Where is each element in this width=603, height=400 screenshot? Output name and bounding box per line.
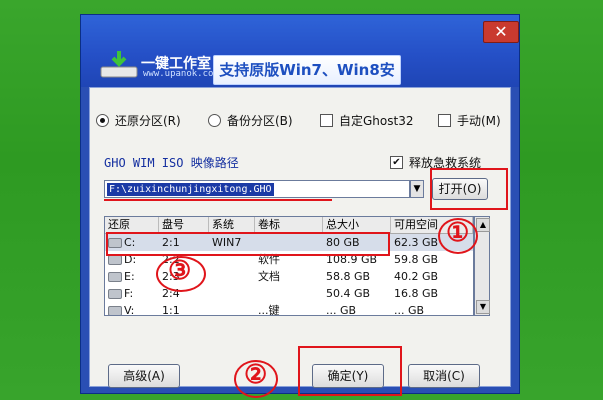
cell-free: ... GB <box>394 304 425 316</box>
checkbox-icon[interactable] <box>320 114 333 127</box>
title-bar: 一键工作室 www.upanok.com 支持原版Win7、Win8安装 ✕ <box>81 15 519 107</box>
image-path-value[interactable]: F:\zuixinchunjingxitong.GHO <box>107 183 274 196</box>
cell-drive: V: <box>124 304 135 316</box>
cell-volume: ...键 <box>258 304 280 316</box>
chevron-down-icon[interactable]: ▼ <box>410 180 424 198</box>
brand-logo-icon <box>100 51 138 78</box>
column-header[interactable]: 盘号 <box>159 217 209 233</box>
scroll-down-icon[interactable]: ▼ <box>476 300 490 314</box>
cell-volume <box>255 285 323 302</box>
column-header[interactable]: 卷标 <box>255 217 323 233</box>
usb-drive-icon <box>108 306 122 315</box>
restore-partition-option[interactable]: 还原分区(R) <box>96 112 181 129</box>
cell-drive: E: <box>124 270 135 283</box>
checkbox-icon[interactable] <box>438 114 451 127</box>
drive-icon <box>108 255 122 265</box>
cell-num: 1:1 <box>162 304 180 316</box>
cell-drive: F: <box>124 287 134 300</box>
table-row[interactable]: V: 1:1 ...键 ... GB ... GB <box>105 302 473 316</box>
column-header[interactable]: 系统 <box>209 217 255 233</box>
custom-ghost32-label: 自定Ghost32 <box>339 114 414 128</box>
annotation-1: ① <box>446 218 470 248</box>
path-underline-annotation <box>104 199 332 201</box>
open-button-highlight <box>430 168 508 210</box>
backup-partition-label: 备份分区(B) <box>227 114 293 128</box>
row-c-highlight <box>106 232 390 256</box>
close-button[interactable]: ✕ <box>483 21 519 43</box>
table-row[interactable]: F: 2:4 50.4 GB 16.8 GB <box>105 285 473 302</box>
backup-partition-option[interactable]: 备份分区(B) <box>208 112 293 129</box>
radio-unselected-icon[interactable] <box>208 114 221 127</box>
image-path-label: GHO WIM ISO 映像路径 <box>104 156 239 170</box>
cell-system <box>209 302 255 315</box>
manual-option[interactable]: 手动(M) <box>438 112 501 129</box>
checkbox-checked-icon[interactable]: ✔ <box>390 156 403 169</box>
cell-total: 50.4 GB <box>326 287 371 300</box>
drive-icon <box>108 289 122 299</box>
manual-label: 手动(M) <box>457 114 501 128</box>
radio-selected-icon[interactable] <box>96 114 109 127</box>
cell-total: ... GB <box>326 304 357 316</box>
brand-url: www.upanok.com <box>143 69 219 79</box>
cell-total: 58.8 GB <box>326 270 371 283</box>
column-header[interactable]: 总大小 <box>323 217 391 233</box>
cell-system <box>209 285 255 302</box>
cancel-button[interactable]: 取消(C) <box>408 364 480 388</box>
custom-ghost32-option[interactable]: 自定Ghost32 <box>320 112 413 129</box>
annotation-3: ③ <box>168 256 192 286</box>
annotation-2: ② <box>244 360 268 390</box>
cell-volume: 文档 <box>258 270 280 283</box>
image-path-combobox[interactable]: F:\zuixinchunjingxitong.GHO <box>104 180 410 198</box>
scroll-up-icon[interactable]: ▲ <box>476 218 490 232</box>
cell-system <box>209 268 255 285</box>
cell-free: 40.2 GB <box>394 270 439 283</box>
drive-icon <box>108 272 122 282</box>
column-header[interactable]: 还原 <box>105 217 159 233</box>
advanced-button[interactable]: 高级(A) <box>108 364 180 388</box>
ok-button-highlight <box>298 346 402 396</box>
cell-free: 16.8 GB <box>394 287 439 300</box>
restore-partition-label: 还原分区(R) <box>115 114 181 128</box>
feature-banner: 支持原版Win7、Win8安装 <box>213 55 401 107</box>
